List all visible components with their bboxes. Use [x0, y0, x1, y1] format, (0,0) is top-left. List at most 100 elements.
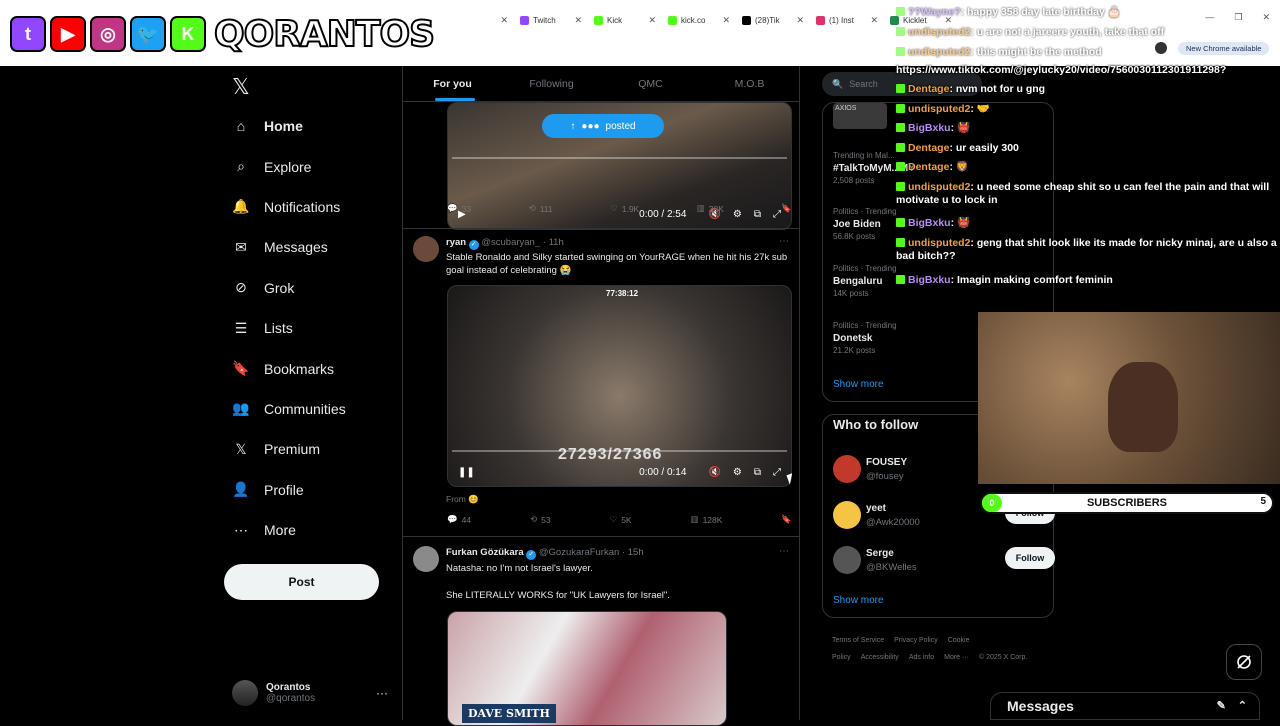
nav-item-lists[interactable]: ☰ Lists — [226, 308, 346, 348]
footer-link[interactable]: More ··· — [944, 654, 969, 661]
tweet-actions: 💬 33 ⟲ 111 ♡ 1.9K ▥ 38K 🔖 — [447, 203, 792, 214]
trend-item[interactable]: Politics · Trending Joe Biden 56.8K posts — [833, 207, 897, 241]
settings-icon[interactable]: ⚙ — [733, 467, 742, 478]
avatar[interactable] — [833, 455, 861, 483]
video-progress[interactable] — [452, 450, 787, 452]
like-button[interactable]: ♡ 5K — [610, 514, 632, 525]
chat-username: undisputed2 — [908, 26, 971, 38]
video-controls: ❚❚ 0:00 / 0:14 🔇 ⚙ ⧉ ⤢ — [448, 461, 791, 483]
nav-item-profile[interactable]: 👤 Profile — [226, 470, 346, 510]
avatar[interactable] — [833, 501, 861, 529]
account-switcher[interactable]: Qorantos @qorantos ··· — [232, 680, 392, 706]
trend-item[interactable]: Politics · Trending Bengaluru 14K posts — [833, 264, 897, 298]
show-more-link[interactable]: Show more — [833, 595, 884, 606]
nav-item-messages[interactable]: ✉ Messages — [226, 227, 346, 267]
views-button[interactable]: ▥ 38K — [697, 203, 724, 214]
pip-icon[interactable]: ⧉ — [754, 467, 761, 478]
reply-button[interactable]: 💬 44 — [447, 514, 471, 525]
nav-item-explore[interactable]: ⌕ Explore — [226, 146, 346, 186]
trend-item[interactable]: Politics · Trending Donetsk 21.2K posts — [833, 321, 897, 355]
bookmark-button[interactable]: 🔖 — [781, 203, 792, 214]
new-posts-pill[interactable]: ↑ ●●● posted — [542, 114, 664, 138]
nav-item-communities[interactable]: 👥 Communities — [226, 389, 345, 429]
more-icon[interactable]: ··· — [376, 686, 388, 700]
footer-link[interactable]: Privacy Policy — [894, 637, 938, 644]
browser-tab[interactable]: ✕ — [440, 8, 514, 32]
from-label[interactable]: From 😊 — [446, 494, 479, 505]
bell-icon: 🔔 — [232, 198, 250, 215]
nav-item-bookmarks[interactable]: 🔖 Bookmarks — [226, 348, 346, 388]
more-icon[interactable]: ⋯ — [779, 546, 789, 557]
avatar[interactable] — [413, 236, 439, 262]
reply-button[interactable]: 💬 33 — [447, 203, 471, 214]
sub-goal-start: 0 — [982, 494, 1002, 512]
repost-button[interactable]: ⟲ 111 — [529, 203, 553, 214]
browser-tab[interactable]: Twitch ✕ — [514, 8, 588, 32]
more-icon[interactable]: ⋯ — [779, 236, 789, 247]
kick-badge-icon — [896, 104, 905, 113]
nav-item-more[interactable]: ⋯ More — [226, 510, 346, 550]
tab-qmc[interactable]: QMC — [601, 66, 700, 101]
tweet-header: ryan ✓ @scubaryan_ · 11h — [446, 237, 564, 250]
footer-link[interactable]: Accessibility — [861, 654, 899, 661]
trend-thumbnail[interactable]: AXIOS — [833, 103, 887, 129]
video-progress[interactable] — [452, 157, 787, 159]
tab-close-icon[interactable]: ✕ — [796, 15, 804, 26]
tab-close-icon[interactable]: ✕ — [574, 15, 582, 26]
tweet-video[interactable]: 77:38:12 27293/27366 ❚❚ 0:00 / 0:14 🔇 ⚙ … — [447, 285, 792, 487]
grok-icon: ⊘ — [235, 279, 247, 296]
x-logo-icon[interactable]: 𝕏 — [232, 74, 250, 100]
nav-item-premium[interactable]: 𝕏 Premium — [226, 429, 346, 469]
kick-badge-icon — [896, 238, 905, 247]
footer-link[interactable]: Terms of Service — [832, 637, 884, 644]
avatar[interactable] — [833, 546, 861, 574]
grok-icon[interactable] — [1226, 644, 1262, 680]
pause-icon[interactable]: ❚❚ — [458, 467, 475, 478]
show-more-link[interactable]: Show more — [833, 379, 884, 390]
kick-badge-icon — [896, 84, 905, 93]
browser-tab[interactable]: kick.co ✕ — [662, 8, 736, 32]
follow-suggestion[interactable]: Serge @BKWelles Follow — [833, 546, 1055, 576]
nav-item-grok[interactable]: ⊘ Grok — [226, 268, 346, 308]
tweet-text: Natasha: no I'm not Israel's lawyer. — [446, 563, 593, 574]
fullscreen-icon[interactable]: ⤢ — [773, 467, 781, 478]
repost-button[interactable]: ⟲ 53 — [530, 514, 551, 525]
footer-link[interactable]: Ads info — [909, 654, 934, 661]
trend-count: 56.8K posts — [833, 232, 876, 241]
footer-link[interactable]: © 2025 X Corp. — [979, 654, 1027, 661]
chat-text: : 👹 — [950, 122, 971, 134]
tab-close-icon[interactable]: ✕ — [648, 15, 656, 26]
primary-nav: ⌂ Home ⌕ Explore 🔔 Notifications ✉ Messages ⊘ Gro… — [226, 106, 346, 550]
video-caption: DAVE SMITH — [462, 704, 556, 723]
footer-links: Terms of Service Privacy Policy Cookie Pol… — [832, 632, 1052, 666]
post-button[interactable]: Post — [224, 564, 379, 600]
tab-close-icon[interactable]: ✕ — [722, 15, 730, 26]
tab-close-icon[interactable]: ✕ — [870, 15, 878, 26]
tweet-video[interactable]: DAVE SMITH — [447, 611, 727, 726]
tab-favicon-icon — [594, 15, 603, 25]
nav-item-notifications[interactable]: 🔔 Notifications — [226, 187, 346, 227]
follow-button[interactable]: Follow — [1005, 547, 1055, 569]
tab-close-icon[interactable]: ✕ — [500, 15, 508, 26]
tweet-time: 15h — [627, 547, 644, 558]
views-button[interactable]: ▥ 128K — [691, 514, 723, 525]
follow-user-name: Serge — [866, 548, 894, 559]
mute-icon[interactable]: 🔇 — [708, 467, 720, 478]
tab-mob[interactable]: M.O.B — [700, 66, 799, 101]
bookmark-button[interactable]: 🔖 — [781, 514, 792, 525]
bookmark-icon: 🔖 — [232, 360, 250, 377]
tweet-actions: 💬 44 ⟲ 53 ♡ 5K ▥ 128K 🔖 — [447, 514, 792, 525]
expand-icon[interactable]: ⌃ — [1238, 699, 1247, 712]
compose-icon[interactable]: ✎ — [1217, 699, 1226, 712]
tab-for-you[interactable]: For you — [403, 66, 502, 101]
browser-tab[interactable]: (28)Tik ✕ — [736, 8, 810, 32]
messages-drawer[interactable]: Messages ✎ ⌃ — [990, 692, 1260, 720]
like-button[interactable]: ♡ 1.9K — [610, 203, 639, 214]
browser-tab[interactable]: (1) Inst ✕ — [810, 8, 884, 32]
nav-item-home[interactable]: ⌂ Home — [226, 106, 346, 146]
kick-badge-icon — [896, 162, 905, 171]
browser-tab[interactable]: Kick ✕ — [588, 8, 662, 32]
timeline-tabs: For you Following QMC M.O.B — [403, 66, 799, 102]
tab-following[interactable]: Following — [502, 66, 601, 101]
avatar[interactable] — [413, 546, 439, 572]
